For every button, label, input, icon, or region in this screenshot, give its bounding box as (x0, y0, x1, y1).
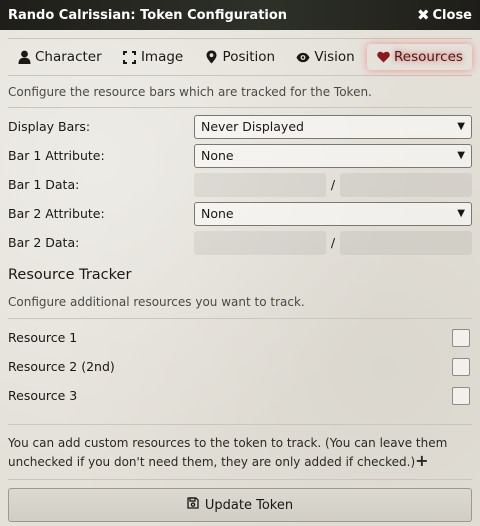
tab-position-label: Position (222, 49, 276, 65)
custom-resources-note: You can add custom resources to the toke… (8, 424, 472, 480)
tab-vision-label: Vision (314, 49, 355, 65)
bar2-attribute-row: Bar 2 Attribute: None ▼ (8, 199, 472, 228)
close-button[interactable]: ✖ Close (416, 5, 472, 24)
tab-character-label: Character (35, 49, 102, 65)
window-titlebar[interactable]: Rando Calrissian: Token Configuration ✖ … (0, 0, 480, 30)
caret-down-icon: ▼ (457, 121, 465, 132)
caret-down-icon: ▼ (457, 208, 465, 219)
bar2-data-fields: / (194, 230, 472, 255)
user-icon (17, 50, 31, 64)
tab-image[interactable]: Image (114, 44, 192, 70)
bar2-max-input[interactable] (340, 230, 472, 255)
custom-resources-text: You can add custom resources to the toke… (8, 436, 448, 469)
bar2-attribute-value: None (201, 206, 234, 221)
resource-3-checkbox[interactable] (452, 386, 470, 405)
update-token-label: Update Token (204, 497, 294, 513)
resource-row: Resource 3 (8, 381, 472, 410)
resource-label: Resource 3 (8, 388, 78, 403)
display-bars-value: Never Displayed (201, 119, 304, 134)
bar1-attribute-select[interactable]: None ▼ (194, 143, 472, 168)
bar1-data-row: Bar 1 Data: / (8, 170, 472, 199)
resource-tracker-hint: Configure additional resources you want … (8, 287, 472, 319)
display-bars-select[interactable]: Never Displayed ▼ (194, 114, 472, 139)
heart-icon (376, 50, 390, 64)
window-content: Character Image Position Vision Resource… (0, 38, 480, 522)
tab-image-label: Image (140, 49, 184, 65)
tab-bar: Character Image Position Vision Resource… (8, 38, 472, 76)
caret-down-icon: ▼ (457, 150, 465, 161)
resource-1-checkbox[interactable] (452, 328, 470, 347)
bar1-value-input[interactable] (194, 172, 326, 197)
close-label: Close (432, 7, 472, 23)
display-bars-label: Display Bars: (8, 119, 91, 134)
window-title: Rando Calrissian: Token Configuration (8, 7, 288, 23)
bar1-attribute-label: Bar 1 Attribute: (8, 148, 105, 163)
resource-label: Resource 2 (2nd) (8, 359, 115, 374)
resource-label: Resource 1 (8, 330, 78, 345)
bar2-data-label: Bar 2 Data: (8, 235, 80, 250)
tab-vision[interactable]: Vision (287, 44, 363, 70)
bar2-attribute-select[interactable]: None ▼ (194, 201, 472, 226)
bar1-max-input[interactable] (340, 172, 472, 197)
update-token-button[interactable]: Update Token (8, 488, 472, 522)
bar2-data-row: Bar 2 Data: / (8, 228, 472, 257)
bar1-separator: / (330, 177, 336, 192)
tab-character[interactable]: Character (8, 44, 111, 70)
token-config-window: Rando Calrissian: Token Configuration ✖ … (0, 0, 480, 526)
tab-resources[interactable]: Resources (367, 44, 472, 70)
bar2-value-input[interactable] (194, 230, 326, 255)
display-bars-row: Display Bars: Never Displayed ▼ (8, 112, 472, 141)
resource-row: Resource 2 (2nd) (8, 352, 472, 381)
add-resource-button[interactable]: + (415, 451, 428, 470)
bar1-data-label: Bar 1 Data: (8, 177, 80, 192)
map-marker-icon (205, 50, 219, 64)
tab-resources-label: Resources (394, 49, 463, 65)
bar2-attribute-label: Bar 2 Attribute: (8, 206, 105, 221)
resource-row: Resource 1 (8, 323, 472, 352)
bar1-data-fields: / (194, 172, 472, 197)
expand-icon (123, 50, 137, 64)
bar1-attribute-value: None (201, 148, 234, 163)
resource-list: Resource 1 Resource 2 (2nd) Resource 3 (8, 323, 472, 410)
resource-tracker-title: Resource Tracker (8, 267, 132, 283)
close-icon: ✖ (416, 5, 430, 24)
bar1-attribute-row: Bar 1 Attribute: None ▼ (8, 141, 472, 170)
bar2-separator: / (330, 235, 336, 250)
eye-icon (296, 50, 310, 64)
save-icon (187, 497, 199, 513)
resource-2-checkbox[interactable] (452, 357, 470, 376)
bars-hint: Configure the resource bars which are tr… (8, 76, 472, 108)
tab-position[interactable]: Position (196, 44, 285, 70)
